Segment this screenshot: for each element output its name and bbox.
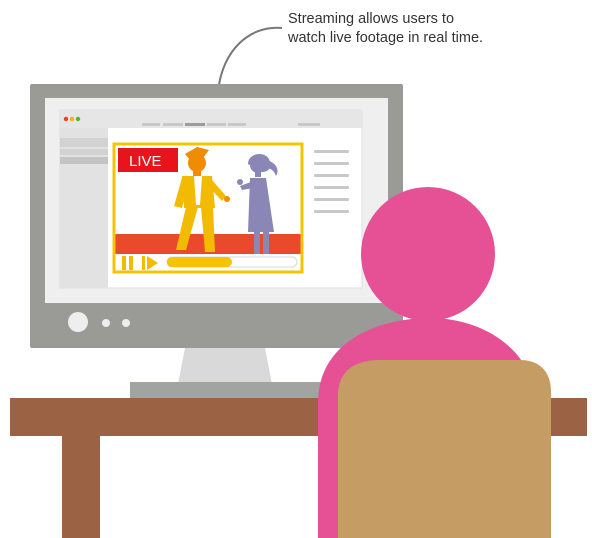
scene-illustration: LIVE [10, 26, 587, 538]
chair-back [338, 360, 551, 538]
sidebar-item [60, 138, 108, 147]
sidebar-item [60, 157, 108, 164]
live-badge-label: LIVE [129, 153, 162, 170]
window-maximize-dot [75, 116, 81, 122]
browser-tab [142, 123, 160, 126]
progress-fill [167, 257, 232, 267]
sidebar-item [60, 149, 108, 155]
monitor-button [122, 319, 130, 327]
browser-tab [207, 123, 226, 126]
window-close-dot [63, 116, 69, 122]
window-minimize-dot [69, 116, 75, 122]
monitor-power-button [68, 312, 88, 332]
video-player[interactable]: LIVE [112, 142, 304, 274]
browser-tab [298, 123, 320, 126]
browser-tab [228, 123, 246, 126]
monitor-stand [130, 348, 330, 398]
monitor-button [102, 319, 110, 327]
browser-tab [185, 123, 205, 126]
browser-tab [163, 123, 183, 126]
